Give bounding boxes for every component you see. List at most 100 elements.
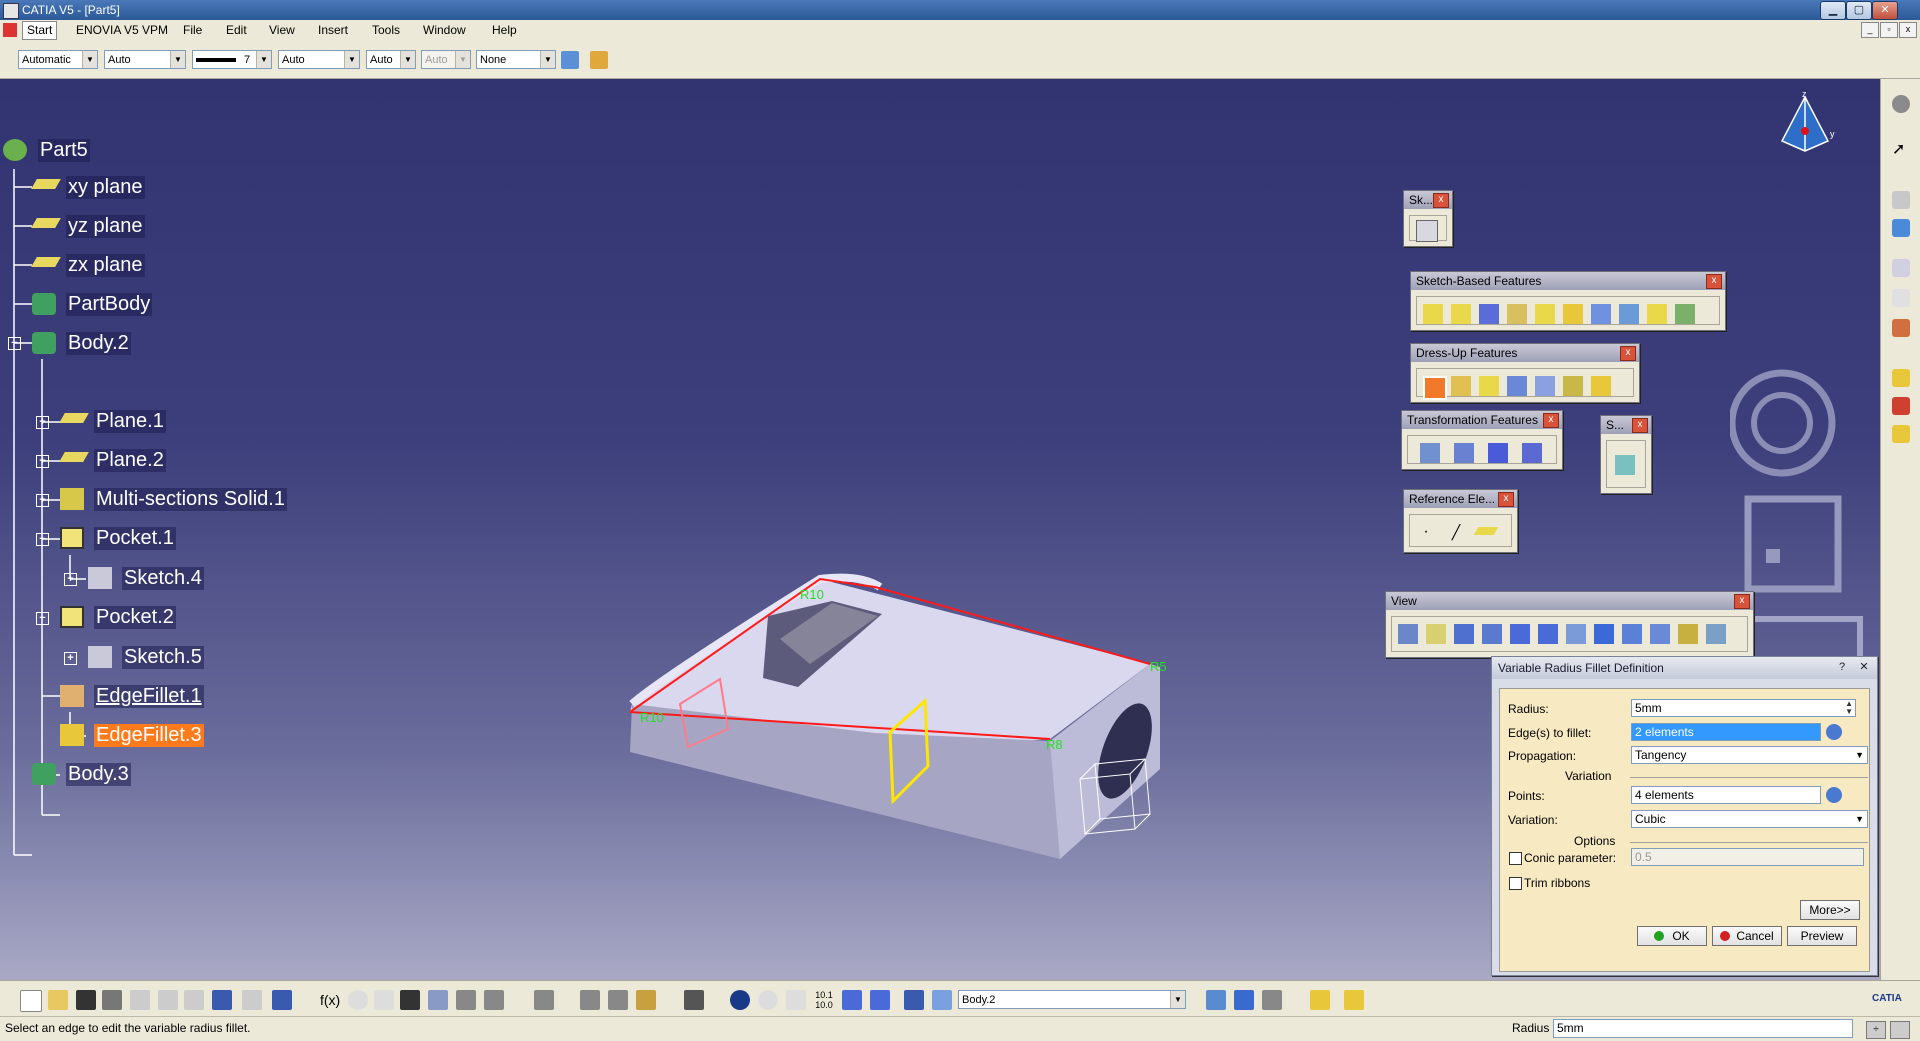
translation-icon[interactable] [1420, 443, 1440, 463]
close-icon[interactable]: x [1632, 418, 1648, 433]
groove-icon[interactable] [1507, 304, 1527, 324]
expand-icon[interactable]: + [36, 494, 49, 507]
lock-icon[interactable] [456, 990, 476, 1010]
rotate-icon[interactable] [1482, 624, 1502, 644]
tree-node-plane-2[interactable]: Plane.2 [94, 449, 166, 472]
scaling-icon[interactable] [1522, 443, 1542, 463]
measure-item-icon[interactable] [608, 990, 628, 1010]
menu-view[interactable]: View [269, 23, 295, 37]
cut-icon[interactable] [130, 990, 150, 1010]
whats-this-icon[interactable] [272, 990, 292, 1010]
knowledge-icon[interactable] [374, 990, 394, 1010]
hole-icon[interactable] [1535, 304, 1555, 324]
axis-system-icon[interactable] [786, 990, 806, 1010]
open-icon[interactable] [48, 990, 68, 1010]
list-icon[interactable] [904, 990, 924, 1010]
pan-icon[interactable] [1454, 624, 1474, 644]
layer-combo[interactable]: None ▼ [476, 50, 556, 69]
tree-node-multi-sections-solid-1[interactable]: Multi-sections Solid.1 [94, 488, 287, 511]
text-icon[interactable] [1892, 259, 1910, 277]
tree-node-sketch-4[interactable]: Sketch.4 [122, 567, 204, 590]
line-weight-combo[interactable]: 7 ▼ [192, 50, 272, 69]
curvature-icon[interactable] [1262, 990, 1282, 1010]
scroll-icon[interactable] [1890, 1021, 1910, 1039]
scan-icon[interactable] [428, 990, 448, 1010]
help-button[interactable]: ? [1833, 660, 1851, 675]
edge-fillet-icon[interactable] [1423, 376, 1447, 400]
part-model[interactable]: R10 R10 R5 R8 [620, 479, 1180, 859]
chamfer-icon[interactable] [1451, 376, 1471, 396]
propagation-select[interactable]: Tangency ▼ [1631, 746, 1868, 764]
analysis-icon[interactable] [1206, 990, 1226, 1010]
remove-face-icon[interactable] [1591, 376, 1611, 396]
plane-icon[interactable] [1473, 527, 1499, 535]
menu-edit[interactable]: Edit [226, 23, 247, 37]
tools-icon[interactable] [1310, 990, 1330, 1010]
expand-icon[interactable]: + [36, 416, 49, 429]
menu-help[interactable]: Help [492, 23, 517, 37]
color-combo[interactable]: Automatic ▼ [18, 50, 98, 69]
edges-field[interactable]: 2 elements [1631, 723, 1821, 741]
radius-input[interactable]: 5mm ▲ ▼ [1631, 699, 1856, 717]
line-type-combo[interactable]: Auto ▼ [278, 50, 360, 69]
shaft-icon[interactable] [1479, 304, 1499, 324]
iso-view-icon[interactable] [1622, 624, 1642, 644]
doc-close-button[interactable]: x [1899, 22, 1917, 38]
ok-button[interactable]: OK [1637, 926, 1707, 946]
redo-icon[interactable] [242, 990, 262, 1010]
stiffener-icon[interactable] [1619, 304, 1639, 324]
shell-icon[interactable] [1507, 376, 1527, 396]
measure-between-icon[interactable] [580, 990, 600, 1010]
menu-enovia[interactable]: ENOVIA V5 VPM [76, 23, 168, 37]
preview-button[interactable]: Preview [1787, 926, 1857, 946]
line-icon[interactable]: ╱ [1446, 522, 1466, 542]
minimize-button[interactable]: ▁ [1820, 1, 1846, 20]
tree-node-yz-plane[interactable]: yz plane [66, 215, 145, 238]
copy-icon[interactable] [158, 990, 178, 1010]
close-icon[interactable]: x [1734, 594, 1750, 609]
thread-icon[interactable] [1563, 376, 1583, 396]
tree-node-part5[interactable]: Part5 [38, 139, 90, 162]
boolean-icon[interactable] [870, 990, 890, 1010]
surface-based-icon[interactable] [1615, 455, 1635, 475]
swap-space-icon[interactable] [1706, 624, 1726, 644]
formula-icon[interactable]: f(x) [320, 990, 340, 1010]
close-icon[interactable]: x [1498, 492, 1514, 507]
plane-system-icon[interactable] [534, 990, 554, 1010]
gear-icon[interactable] [1892, 95, 1910, 113]
close-icon[interactable]: x [1433, 193, 1449, 208]
undo-icon[interactable] [212, 990, 232, 1010]
snap-icon[interactable] [1892, 219, 1910, 237]
draft-analysis-icon[interactable] [1234, 990, 1254, 1010]
conic-parameter-checkbox[interactable] [1509, 852, 1522, 865]
zoom-in-icon[interactable] [1510, 624, 1530, 644]
close-icon[interactable]: ✕ [1855, 660, 1873, 675]
update-icon[interactable] [730, 990, 750, 1010]
insert-body-icon[interactable] [842, 990, 862, 1010]
tree-node-plane-1[interactable]: Plane.1 [94, 410, 166, 433]
fit-all-icon[interactable] [1426, 624, 1446, 644]
tree-node-edgefillet-3[interactable]: EdgeFillet.3 [94, 724, 204, 747]
radius-label-r2[interactable]: R10 [640, 710, 664, 725]
table-icon[interactable] [400, 990, 420, 1010]
thickness-icon[interactable] [1535, 376, 1555, 396]
mirror-icon[interactable] [1454, 443, 1474, 463]
flag-icon[interactable] [1892, 319, 1910, 337]
painter-icon[interactable] [561, 51, 579, 69]
radius-label-r3[interactable]: R5 [1150, 659, 1167, 674]
status-radius-input[interactable]: 5mm [1553, 1019, 1853, 1038]
doc-restore-button[interactable]: ▫ [1880, 22, 1898, 38]
hand-icon[interactable] [758, 990, 778, 1010]
annotation-icon[interactable] [1892, 289, 1910, 307]
menu-tools[interactable]: Tools [372, 23, 400, 37]
pad-icon[interactable] [1423, 304, 1443, 324]
save-icon[interactable] [76, 990, 96, 1010]
expand-icon[interactable]: + [64, 652, 77, 665]
shading-icon[interactable] [1650, 624, 1670, 644]
paste-icon[interactable] [184, 990, 204, 1010]
collapse-icon[interactable]: − [8, 337, 21, 350]
rib-icon[interactable] [1563, 304, 1583, 324]
close-icon[interactable]: x [1706, 274, 1722, 289]
normal-view-icon[interactable] [1566, 624, 1586, 644]
part-icon[interactable] [3, 139, 27, 161]
